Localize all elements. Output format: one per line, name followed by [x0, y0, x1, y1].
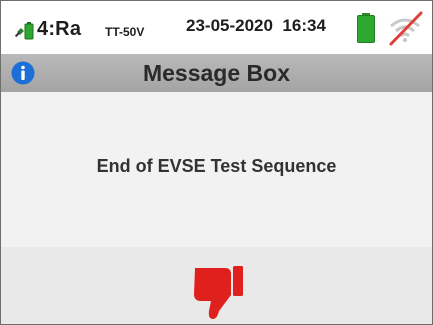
wifi-off-icon: [389, 11, 423, 46]
plug-icon: [15, 22, 34, 40]
system-type: TT-50V: [105, 25, 145, 39]
device-screen: 4:Ra TT-50V 23-05-2020 16:34 Message Box…: [0, 0, 433, 325]
time: 16:34: [282, 16, 326, 35]
page-title: Message Box: [142, 60, 290, 86]
date-time: 23-05-2020 16:34: [186, 16, 326, 36]
date: 23-05-2020: [186, 16, 273, 35]
battery-full-icon: [357, 13, 375, 43]
result-area: [1, 247, 432, 324]
message-text: End of EVSE Test Sequence: [96, 156, 337, 176]
message-area: End of EVSE Test Sequence: [1, 92, 432, 247]
measurement-mode: 4:Ra: [37, 18, 82, 40]
thumbs-down-icon: [194, 266, 243, 319]
title-bar: Message Box: [1, 54, 432, 92]
status-bar: 4:Ra TT-50V 23-05-2020 16:34: [1, 1, 432, 54]
